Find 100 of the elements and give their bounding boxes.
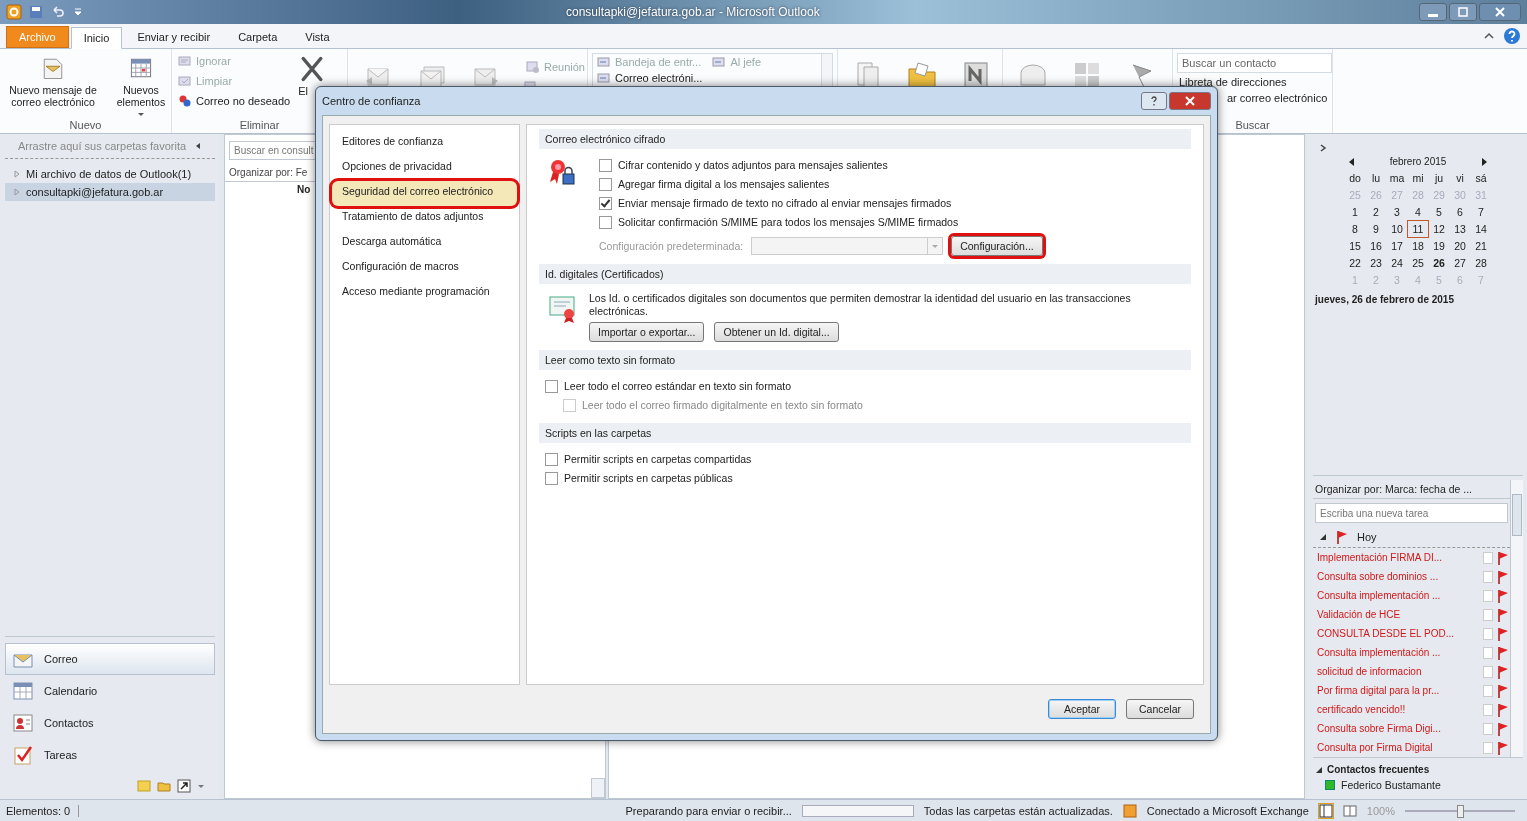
expand-icon[interactable] (1319, 144, 1327, 152)
minimize-button[interactable] (1419, 3, 1447, 21)
ribbon-tab[interactable]: Vista (292, 26, 343, 48)
next-month-icon[interactable] (1480, 157, 1488, 166)
contact-search-field[interactable]: Buscar un contacto (1177, 53, 1332, 73)
calendar-day[interactable]: 23 (1366, 255, 1386, 271)
normal-view-icon[interactable] (1318, 803, 1333, 818)
task-checkbox[interactable] (1483, 551, 1493, 564)
task-checkbox[interactable] (1483, 722, 1493, 735)
calendar-day[interactable]: 9 (1366, 221, 1386, 237)
reading-view-icon[interactable] (1342, 803, 1357, 818)
task-checkbox[interactable] (1483, 608, 1493, 621)
task-item[interactable]: Validación de HCE (1317, 609, 1480, 620)
flag-icon[interactable] (1496, 550, 1510, 565)
calendar-day[interactable]: 19 (1429, 238, 1449, 254)
calendar-day[interactable]: 22 (1345, 255, 1365, 271)
shortcut-icon[interactable] (177, 779, 191, 793)
help-icon[interactable] (1503, 27, 1521, 45)
scrollbar[interactable] (591, 778, 605, 798)
task-item[interactable]: CONSULTA DESDE EL POD... (1317, 628, 1480, 639)
customize-icon[interactable] (72, 6, 84, 18)
undo-icon[interactable] (50, 4, 66, 20)
task-item[interactable]: certificado vencido!! (1317, 704, 1480, 715)
flag-icon[interactable] (1496, 740, 1510, 755)
quick-step-button[interactable]: Correo electróni... (595, 70, 705, 85)
app-icon[interactable] (6, 4, 22, 20)
category-item[interactable]: Seguridad del correo electrónico (332, 181, 517, 206)
category-item[interactable]: Opciones de privacidad (332, 156, 517, 181)
dialog-button[interactable]: Cancelar (1126, 699, 1194, 719)
flag-icon[interactable] (1496, 626, 1510, 641)
new-email-button[interactable]: Nuevo mensaje de correo electrónico (2, 53, 104, 109)
module-button[interactable]: Contactos (5, 707, 215, 739)
dialog-button[interactable]: Aceptar (1048, 699, 1116, 719)
category-item[interactable]: Configuración de macros (332, 256, 517, 281)
calendar-day[interactable]: 5 (1429, 204, 1449, 220)
calendar-day[interactable]: 26 (1429, 255, 1449, 271)
dropdown-icon[interactable] (197, 782, 205, 790)
task-item[interactable]: solicitud de informacion (1317, 666, 1480, 677)
close-button[interactable] (1169, 92, 1211, 110)
checkbox[interactable] (599, 215, 612, 229)
close-button[interactable] (1479, 3, 1521, 21)
calendar-day[interactable]: 7 (1471, 204, 1491, 220)
module-button[interactable]: Calendario (5, 675, 215, 707)
settings-button[interactable]: Configuración... (951, 236, 1043, 256)
calendar-day[interactable]: 18 (1408, 238, 1428, 254)
address-book-link[interactable]: Libreta de direcciones (1177, 75, 1289, 89)
category-item[interactable]: Editores de confianza (332, 131, 517, 156)
new-task-field[interactable]: Escriba una nueva tarea (1315, 503, 1508, 523)
ribbon-tab[interactable]: Carpeta (225, 26, 291, 48)
calendar-day[interactable]: 15 (1345, 238, 1365, 254)
calendar-day[interactable]: 20 (1450, 238, 1470, 254)
task-item[interactable]: Consulta sobre dominios ... (1317, 571, 1480, 582)
calendar-day[interactable]: 21 (1471, 238, 1491, 254)
checkbox[interactable] (599, 177, 612, 191)
task-item[interactable]: Consulta implementación ... (1317, 647, 1480, 658)
checkbox[interactable] (599, 158, 612, 172)
certificate-button[interactable]: Importar o exportar... (589, 322, 705, 342)
folder-item[interactable]: Mi archivo de datos de Outlook(1) (5, 165, 215, 183)
flag-icon[interactable] (1496, 569, 1510, 584)
maximize-button[interactable] (1449, 3, 1477, 21)
save-icon[interactable] (28, 4, 44, 20)
flag-icon[interactable] (1496, 645, 1510, 660)
collapse-icon[interactable] (1319, 533, 1327, 541)
collapse-icon[interactable] (194, 142, 203, 150)
flag-icon[interactable] (1496, 607, 1510, 622)
task-item[interactable]: Implementación FIRMA DI... (1317, 552, 1480, 563)
previous-month-icon[interactable] (1348, 157, 1356, 166)
task-item[interactable]: Consulta sobre Firma Digi... (1317, 723, 1480, 734)
calendar-day[interactable]: 8 (1345, 221, 1365, 237)
arrange-header[interactable]: Organizar por: Marca: fecha de ... (1313, 480, 1510, 499)
flag-icon[interactable] (1496, 664, 1510, 679)
folder-item[interactable]: consultapki@jefatura.gob.ar (5, 183, 215, 201)
checkbox[interactable] (545, 379, 558, 393)
ribbon-tab[interactable]: Inicio (70, 27, 123, 49)
calendar-day[interactable]: 25 (1408, 255, 1428, 271)
contact-name[interactable]: Federico Bustamante (1341, 779, 1441, 791)
task-checkbox[interactable] (1483, 703, 1493, 716)
checkbox[interactable] (545, 471, 558, 485)
category-item[interactable]: Tratamiento de datos adjuntos (332, 206, 517, 231)
task-checkbox[interactable] (1483, 741, 1493, 754)
task-checkbox[interactable] (1483, 684, 1493, 697)
checkbox[interactable] (545, 452, 558, 466)
certificate-button[interactable]: Obtener un Id. digital... (714, 322, 839, 342)
calendar-day[interactable]: 28 (1471, 255, 1491, 271)
flag-icon[interactable] (1496, 721, 1510, 736)
junk-email-button[interactable]: Correo no deseado (176, 93, 293, 109)
module-button[interactable]: Correo (5, 643, 215, 675)
calendar-day[interactable]: 3 (1387, 204, 1407, 220)
zoom-slider-thumb[interactable] (1457, 804, 1464, 818)
task-checkbox[interactable] (1483, 665, 1493, 678)
calendar-day[interactable]: 14 (1471, 221, 1491, 237)
task-item[interactable]: Consulta implementación ... (1317, 590, 1480, 601)
calendar-day[interactable]: 24 (1387, 255, 1407, 271)
task-item[interactable]: Por firma digital para la pr... (1317, 685, 1480, 696)
calendar-day[interactable]: 27 (1450, 255, 1470, 271)
task-checkbox[interactable] (1483, 589, 1493, 602)
calendar-day[interactable]: 12 (1429, 221, 1449, 237)
category-item[interactable]: Descarga automática (332, 231, 517, 256)
ribbon-tab[interactable]: Enviar y recibir (124, 26, 224, 48)
calendar-day[interactable]: 17 (1387, 238, 1407, 254)
